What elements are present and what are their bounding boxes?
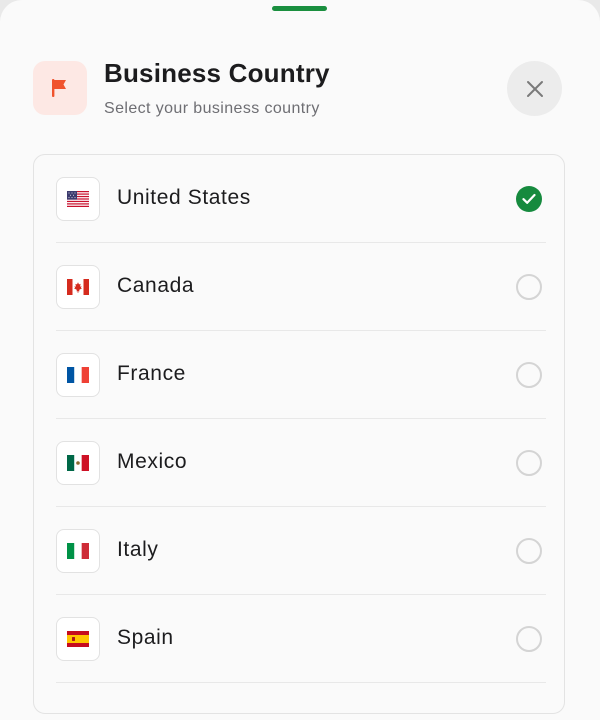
france-flag-icon xyxy=(67,367,89,383)
country-option-france[interactable]: France xyxy=(34,331,566,419)
country-name: Italy xyxy=(117,538,159,561)
radio-unselected[interactable] xyxy=(516,362,542,388)
page-title: Business Country xyxy=(104,58,330,88)
country-option-italy[interactable]: Italy xyxy=(34,507,566,595)
close-button[interactable] xyxy=(507,61,562,116)
italy-flag-icon xyxy=(67,543,89,559)
mexico-flag-icon xyxy=(67,455,89,471)
country-option-spain[interactable]: Spain xyxy=(34,595,566,683)
checkmark-icon xyxy=(522,193,536,205)
us-flag-icon xyxy=(67,191,89,207)
bottom-sheet: Business Country Select your business co… xyxy=(0,0,600,720)
radio-selected[interactable] xyxy=(516,186,542,212)
country-name: United States xyxy=(117,186,251,209)
flag-icon xyxy=(49,77,71,99)
sheet-grabber[interactable] xyxy=(272,6,327,11)
radio-unselected[interactable] xyxy=(516,626,542,652)
flag-tile xyxy=(56,353,100,397)
page-subtitle: Select your business country xyxy=(104,100,320,117)
radio-unselected[interactable] xyxy=(516,274,542,300)
country-list: United States Canada France Mexico Italy… xyxy=(33,154,565,714)
canada-flag-icon xyxy=(67,279,89,295)
country-option-mexico[interactable]: Mexico xyxy=(34,419,566,507)
flag-tile xyxy=(56,529,100,573)
flag-tile xyxy=(56,617,100,661)
header-icon-tile xyxy=(33,61,87,115)
country-name: Spain xyxy=(117,626,174,649)
spain-flag-icon xyxy=(67,631,89,647)
country-option-united-states[interactable]: United States xyxy=(34,155,566,243)
close-icon xyxy=(526,80,544,98)
country-name: Mexico xyxy=(117,450,188,473)
radio-unselected[interactable] xyxy=(516,538,542,564)
country-name: Canada xyxy=(117,274,195,297)
radio-unselected[interactable] xyxy=(516,450,542,476)
country-option-canada[interactable]: Canada xyxy=(34,243,566,331)
flag-tile xyxy=(56,265,100,309)
row-divider xyxy=(56,682,546,683)
flag-tile xyxy=(56,441,100,485)
country-name: France xyxy=(117,362,186,385)
flag-tile xyxy=(56,177,100,221)
